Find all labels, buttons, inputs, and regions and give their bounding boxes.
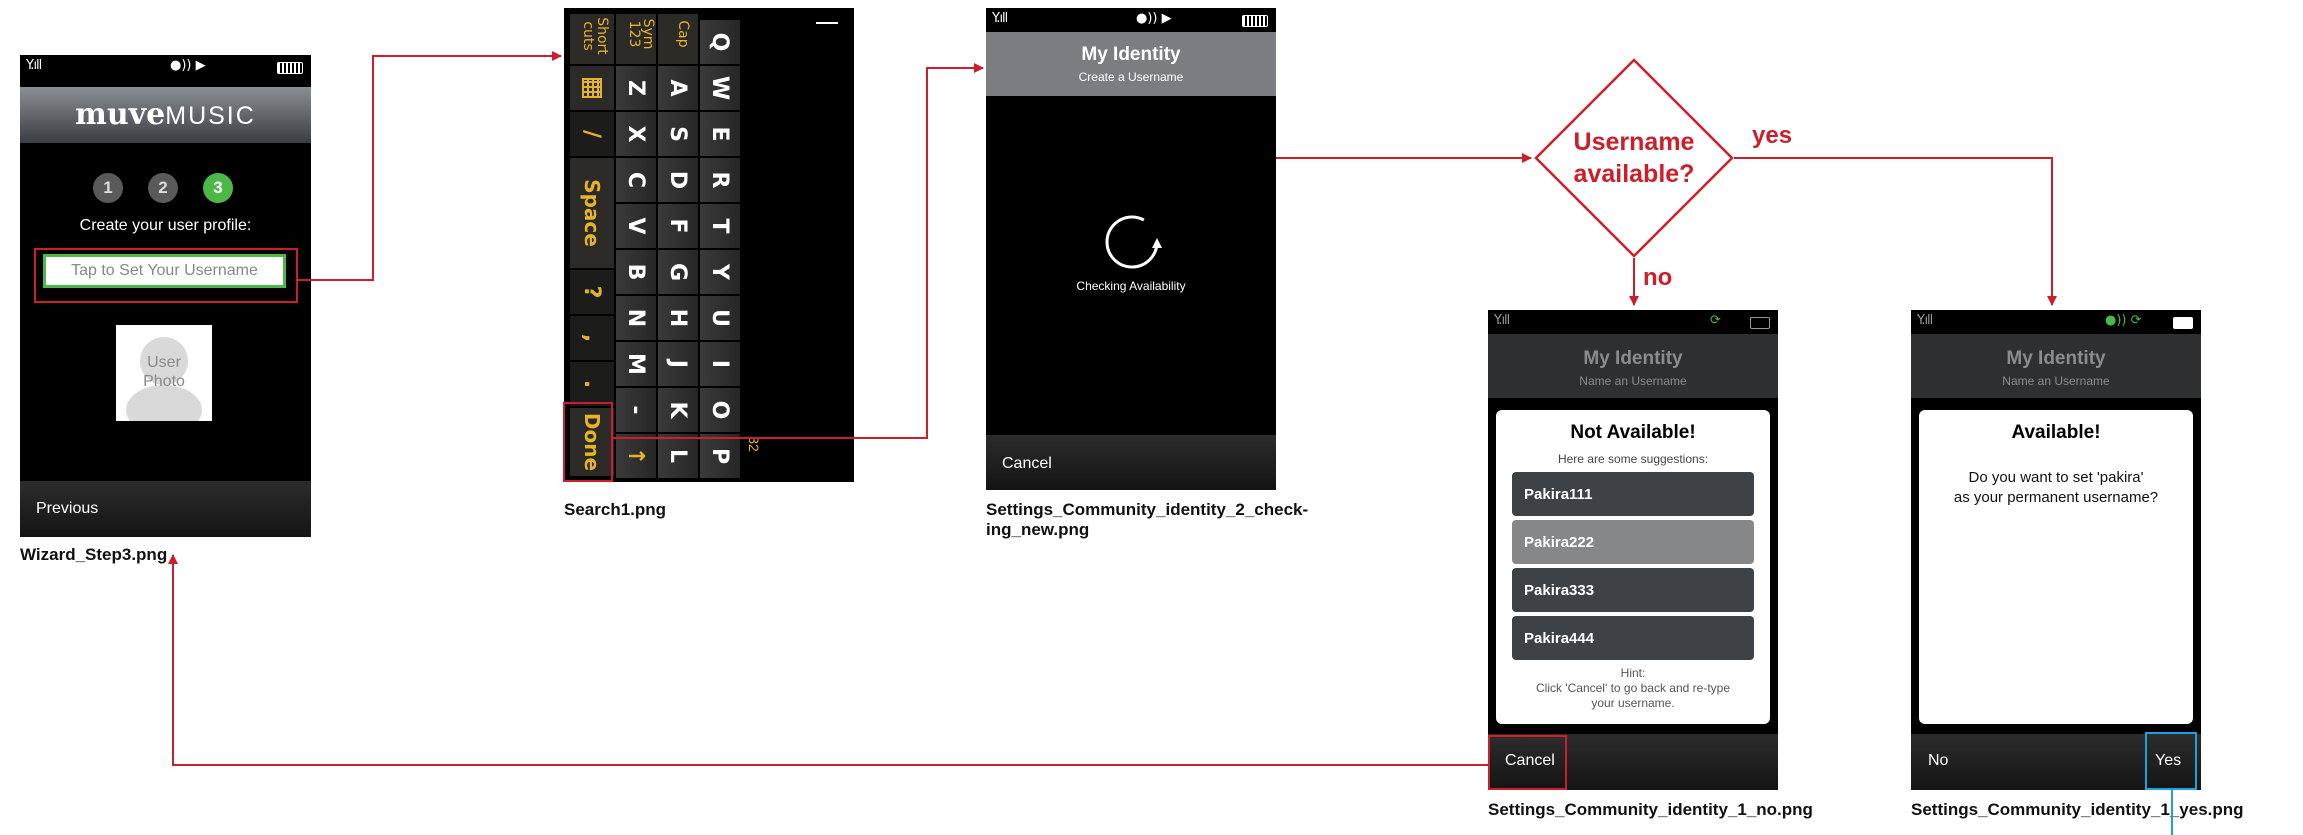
flow-arrows (168, 51, 2173, 835)
arrow-username-to-keyboard (298, 51, 562, 281)
arrow-decision-yes (1734, 157, 2057, 306)
arrow-done-to-checking (613, 63, 984, 439)
arrow-cancel-to-wizard (168, 554, 1488, 766)
